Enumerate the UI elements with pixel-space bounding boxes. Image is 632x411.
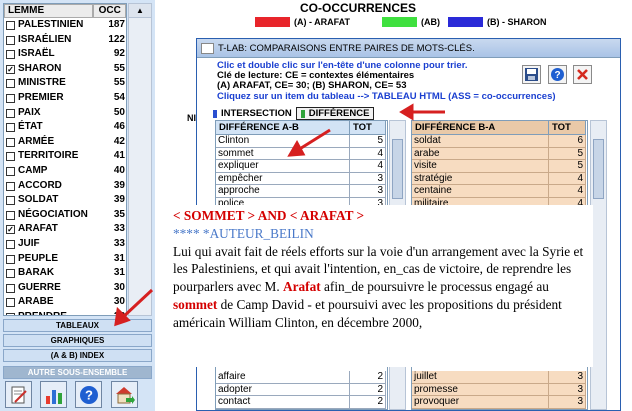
arrow-to-tableaux	[120, 288, 154, 320]
arrow-to-sommet	[297, 128, 331, 152]
arrow-head-icon	[287, 139, 306, 157]
annotation-arrows	[114, 103, 445, 327]
arrow-head-icon	[399, 103, 414, 121]
